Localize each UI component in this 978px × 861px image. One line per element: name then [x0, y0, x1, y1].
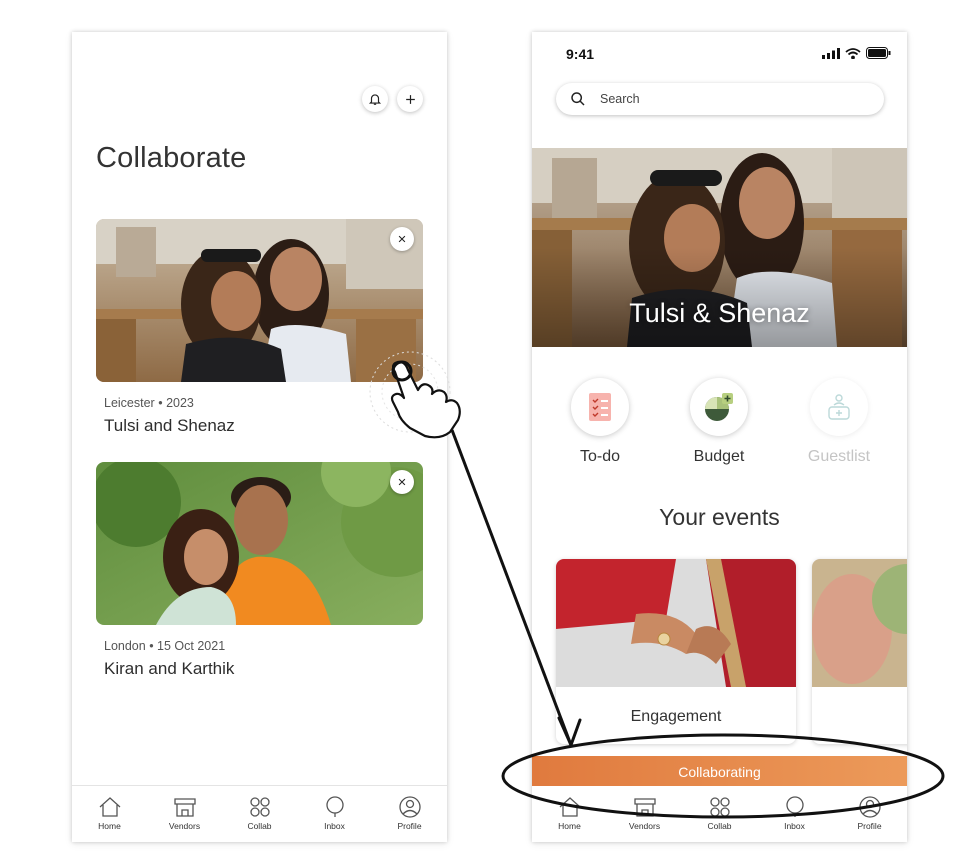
- tab-vendors[interactable]: Vendors: [155, 786, 215, 831]
- battery-icon: [866, 47, 891, 59]
- tab-profile[interactable]: Profile: [380, 786, 440, 831]
- plus-icon: [405, 94, 415, 104]
- tab-collab[interactable]: Collab: [690, 786, 750, 831]
- page-title: Collaborate: [96, 142, 247, 174]
- event-photo: [556, 559, 796, 687]
- card-name: Kiran and Karthik: [104, 659, 235, 678]
- card-meta: London • 15 Oct 2021: [104, 639, 226, 653]
- section-title: Your events: [659, 504, 780, 530]
- event-card[interactable]: [812, 559, 907, 744]
- couple-photo: [96, 462, 423, 625]
- search-input[interactable]: Search: [556, 83, 884, 115]
- couple-dashboard-screen: 9:41 Search Tulsi & Shenaz To-do Budget …: [532, 32, 907, 842]
- home-icon: [559, 797, 580, 817]
- tab-collab[interactable]: Collab: [230, 786, 290, 831]
- collaborate-screen: Collaborate Leicester • 2023 Tulsi and S…: [72, 32, 447, 842]
- budget-icon: [705, 393, 733, 421]
- close-icon: [398, 478, 406, 486]
- profile-icon: [858, 796, 881, 818]
- tab-profile[interactable]: Profile: [840, 786, 900, 831]
- shortcut-budget[interactable]: Budget: [664, 378, 774, 466]
- shortcut-todo[interactable]: To-do: [545, 378, 655, 466]
- remove-card-button[interactable]: [390, 470, 414, 494]
- tab-home[interactable]: Home: [540, 786, 600, 831]
- notifications-button[interactable]: [362, 86, 388, 112]
- close-icon: [398, 235, 406, 243]
- status-time: 9:41: [566, 46, 595, 62]
- profile-icon: [398, 796, 421, 818]
- collab-icon: [249, 797, 270, 817]
- wifi-icon: [845, 47, 861, 59]
- card-name: Tulsi and Shenaz: [104, 416, 235, 435]
- search-icon: [571, 92, 585, 106]
- chat-icon: [785, 796, 804, 817]
- hero-title: Tulsi & Shenaz: [629, 298, 810, 328]
- tab-inbox[interactable]: Inbox: [765, 786, 825, 831]
- event-photo: [812, 559, 907, 687]
- couple-photo: [96, 219, 423, 382]
- tab-inbox[interactable]: Inbox: [305, 786, 365, 831]
- collab-card[interactable]: London • 15 Oct 2021 Kiran and Karthik: [96, 462, 423, 679]
- shortcut-guestlist[interactable]: Guestlist: [784, 378, 894, 466]
- tab-home[interactable]: Home: [80, 786, 140, 831]
- hero-image: Tulsi & Shenaz: [532, 148, 907, 347]
- guestlist-icon: [828, 394, 850, 420]
- shop-icon: [173, 798, 196, 817]
- bell-icon: [368, 94, 382, 105]
- add-button[interactable]: [397, 86, 423, 112]
- collab-icon: [709, 797, 730, 817]
- collab-card[interactable]: Leicester • 2023 Tulsi and Shenaz: [96, 219, 423, 436]
- todo-icon: [589, 393, 611, 421]
- status-icons: [822, 47, 891, 59]
- tab-vendors[interactable]: Vendors: [615, 786, 675, 831]
- tab-bar: Home Vendors Collab Inbox Profile: [72, 785, 447, 842]
- signal-icon: [822, 47, 840, 59]
- tab-bar: Home Vendors Collab Inbox Profile: [532, 786, 907, 842]
- card-meta: Leicester • 2023: [104, 396, 194, 410]
- event-label: Engagement: [630, 708, 722, 725]
- event-card-engagement[interactable]: Engagement: [556, 559, 796, 744]
- search-placeholder: Search: [600, 92, 640, 106]
- chat-icon: [325, 796, 344, 817]
- collaborating-banner[interactable]: Collaborating: [532, 756, 907, 787]
- remove-card-button[interactable]: [390, 227, 414, 251]
- shop-icon: [633, 798, 656, 817]
- home-icon: [99, 797, 120, 817]
